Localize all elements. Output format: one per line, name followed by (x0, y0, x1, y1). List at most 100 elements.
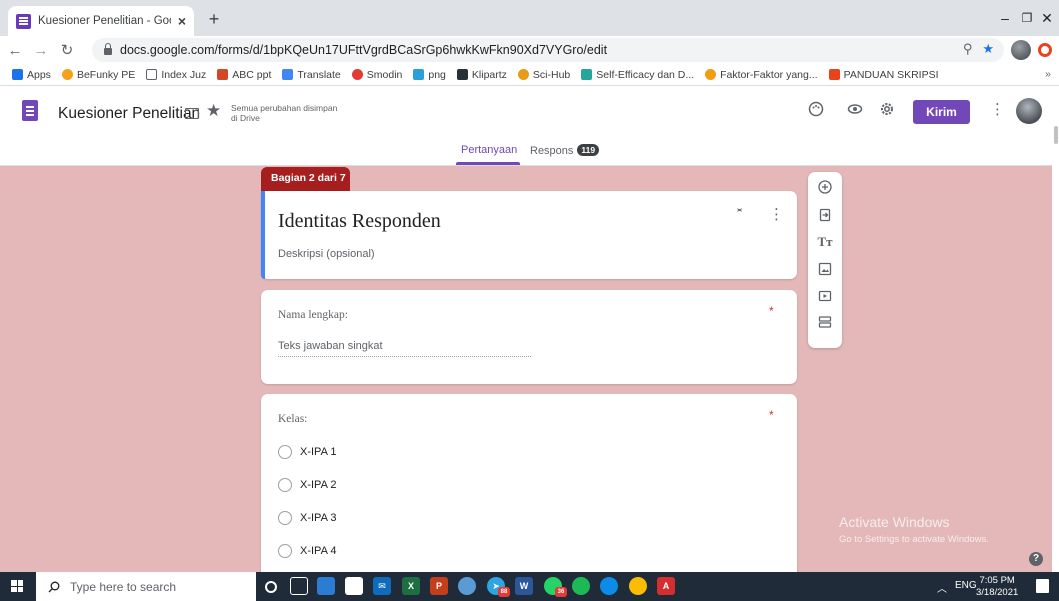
browser-tab[interactable]: Kuesioner Penelitian - Google Fo × (8, 6, 194, 36)
radio-circle-icon[interactable] (278, 478, 292, 492)
reload-icon[interactable]: ↻ (56, 41, 78, 59)
section-more-icon[interactable]: ⋮ (769, 205, 784, 223)
bookmark-abc-ppt[interactable]: ABC ppt (217, 69, 271, 81)
section-header-card[interactable]: Identitas Responden Deskripsi (opsional)… (261, 191, 797, 279)
panduan-icon (828, 69, 840, 80)
scrollbar-track[interactable] (1052, 86, 1059, 572)
edge-icon[interactable] (600, 577, 618, 595)
close-window-button[interactable]: ✕ (1030, 6, 1059, 30)
file-explorer-icon[interactable] (317, 577, 335, 595)
add-image-icon[interactable] (808, 262, 842, 279)
form-tabs: Pertanyaan Respons 119 (0, 142, 1059, 166)
response-count-badge: 119 (577, 144, 600, 156)
forms-header: Kuesioner Penelitian ★ Semua perubahan d… (0, 86, 1059, 166)
add-video-icon[interactable] (808, 289, 842, 306)
tab-questions[interactable]: Pertanyaan (461, 144, 517, 156)
cortana-icon[interactable] (265, 581, 277, 593)
active-tab-indicator (456, 162, 520, 165)
section-title[interactable]: Identitas Responden (278, 210, 441, 233)
notification-center-icon[interactable] (1036, 579, 1049, 593)
spotify-icon[interactable] (572, 577, 590, 595)
url-text: docs.google.com/forms/d/1bpKQeUn17UFttVg… (120, 43, 608, 57)
address-bar[interactable]: docs.google.com/forms/d/1bpKQeUn17UFttVg… (92, 38, 1004, 62)
help-icon[interactable]: ? (1029, 552, 1043, 566)
whatsapp-badge: 36 (555, 587, 567, 597)
windows-start-icon[interactable] (11, 580, 23, 592)
bookmark-translate[interactable]: Translate (282, 69, 341, 81)
question-label: Nama lengkap: (278, 309, 348, 321)
bookmark-index-juz[interactable]: Index Juz (146, 69, 206, 81)
question-card-name[interactable]: Nama lengkap: * Teks jawaban singkat (261, 290, 797, 384)
new-tab-button[interactable]: + (204, 10, 224, 30)
folder-icon[interactable] (185, 108, 199, 119)
preview-eye-icon[interactable] (845, 101, 865, 121)
mail-icon[interactable]: ✉ (373, 577, 391, 595)
question-card-class[interactable]: Kelas: * X-IPA 1 X-IPA 2 X-IPA 3 X-IPA 4 (261, 394, 797, 572)
radio-option[interactable]: X-IPA 4 (278, 544, 336, 558)
send-button[interactable]: Kirim (913, 100, 970, 124)
radio-option[interactable]: X-IPA 2 (278, 478, 336, 492)
bookmark-apps[interactable]: Apps (12, 69, 51, 81)
forward-arrow-icon[interactable]: → (30, 42, 52, 59)
bookmark-klipartz[interactable]: Klipartz (456, 69, 507, 81)
researchgate-icon (581, 69, 593, 80)
palette-icon[interactable] (806, 101, 826, 121)
import-questions-icon[interactable] (808, 208, 842, 225)
back-arrow-icon[interactable]: ← (4, 42, 26, 59)
befunky-icon (61, 69, 73, 80)
bookmark-sci-hub[interactable]: Sci-Hub (517, 69, 570, 81)
bookmark-panduan-skripsi[interactable]: PANDUAN SKRIPSI (828, 69, 939, 81)
sci-hub-icon (517, 69, 529, 80)
task-view-icon[interactable] (290, 577, 308, 595)
word-icon[interactable]: W (515, 577, 533, 595)
tab-close-icon[interactable]: × (178, 13, 186, 29)
bookmark-befunky[interactable]: BeFunky PE (61, 69, 135, 81)
bookmark-smodin[interactable]: Smodin (351, 69, 402, 81)
scrollbar-thumb[interactable] (1054, 126, 1058, 144)
radio-circle-icon[interactable] (278, 511, 292, 525)
tab-title: Kuesioner Penelitian - Google Fo (38, 15, 171, 27)
short-answer-placeholder: Teks jawaban singkat (278, 340, 383, 352)
form-title[interactable]: Kuesioner Penelitian (58, 105, 200, 123)
add-question-icon[interactable] (808, 180, 842, 197)
tab-responses[interactable]: Respons 119 (530, 144, 600, 157)
store-icon[interactable] (345, 577, 363, 595)
bookmark-faktor[interactable]: Faktor-Faktor yang... (705, 69, 818, 81)
smodin-icon (351, 69, 363, 80)
more-options-icon[interactable]: ⋮ (990, 100, 1005, 118)
apps-grid-icon (12, 69, 23, 80)
excel-icon[interactable]: X (402, 577, 420, 595)
radio-circle-icon[interactable] (278, 544, 292, 558)
bookmark-star-icon[interactable]: ★ (982, 41, 994, 57)
add-section-icon[interactable] (808, 315, 842, 332)
google-forms-logo-icon[interactable] (22, 100, 38, 121)
add-title-icon[interactable]: Tт (808, 234, 842, 250)
star-icon[interactable]: ★ (206, 101, 221, 121)
bookmark-self-efficacy[interactable]: Self-Efficacy dan D... (581, 69, 694, 81)
form-canvas: Bagian 2 dari 7 Identitas Responden Desk… (0, 166, 1052, 572)
radio-option[interactable]: X-IPA 1 (278, 445, 336, 459)
taskbar-search[interactable]: Type here to search (36, 572, 256, 601)
save-status: Semua perubahan disimpan di Drive (231, 103, 338, 123)
settings-gear-icon[interactable] (877, 101, 897, 121)
acrobat-icon[interactable]: A (657, 577, 675, 595)
radio-option[interactable]: X-IPA 3 (278, 511, 336, 525)
activate-windows-subtitle: Go to Settings to activate Windows. (839, 534, 989, 545)
language-indicator[interactable]: ENG (955, 580, 977, 591)
section-description[interactable]: Deskripsi (opsional) (278, 248, 375, 260)
chrome-icon[interactable] (629, 577, 647, 595)
tray-chevron-icon[interactable]: ︿ (937, 580, 947, 595)
app-globe-icon[interactable] (458, 577, 476, 595)
bookmarks-overflow-icon[interactable]: » (1045, 68, 1051, 80)
answer-underline (278, 356, 531, 357)
browser-toolbar: ← → ↻ docs.google.com/forms/d/1bpKQeUn17… (0, 36, 1059, 64)
browser-profile-avatar[interactable] (1011, 40, 1031, 60)
zoom-icon[interactable]: ⚲ (963, 41, 973, 57)
powerpoint-icon[interactable]: P (430, 577, 448, 595)
collapse-section-icon[interactable]: ⌄ ⌃ (735, 203, 744, 220)
system-clock[interactable]: 7:05 PM 3/18/2021 (976, 575, 1018, 599)
account-avatar[interactable] (1016, 98, 1042, 124)
extension-icon[interactable] (1038, 43, 1052, 57)
radio-circle-icon[interactable] (278, 445, 292, 459)
bookmark-png[interactable]: png (413, 69, 446, 81)
